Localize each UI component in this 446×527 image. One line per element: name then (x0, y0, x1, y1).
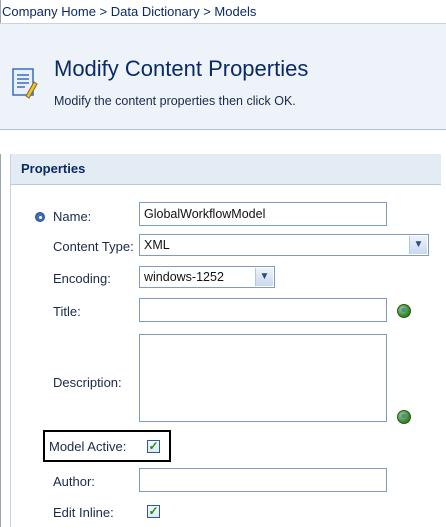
breadcrumb[interactable]: Company Home > Data Dictionary > Models (0, 0, 446, 24)
panel-title: Properties (21, 161, 86, 176)
name-label: Name: (53, 209, 92, 224)
author-input[interactable] (139, 468, 387, 492)
encoding-select[interactable]: windows-1252 ▼ (139, 266, 275, 288)
edit-inline-checkbox[interactable]: ✓ (147, 505, 160, 518)
page-header: Modify Content Properties Modify the con… (0, 24, 446, 130)
title-label: Title: (53, 304, 81, 319)
content-type-label: Content Type: (53, 239, 134, 254)
name-input[interactable]: GlobalWorkflowModel (139, 202, 387, 226)
globe-icon[interactable] (397, 410, 411, 424)
spacer (0, 130, 446, 154)
author-label: Author: (53, 474, 95, 489)
document-edit-icon (12, 68, 38, 99)
chevron-down-icon[interactable]: ▼ (255, 268, 273, 286)
globe-icon[interactable] (397, 304, 411, 318)
chevron-down-icon[interactable]: ▼ (409, 236, 427, 254)
encoding-value: windows-1252 (144, 270, 224, 284)
page-title: Modify Content Properties (54, 56, 309, 81)
model-active-checkbox[interactable]: ✓ (147, 440, 160, 453)
edit-inline-label: Edit Inline: (53, 505, 114, 520)
required-icon (35, 212, 45, 222)
page-subtitle: Modify the content properties then click… (54, 94, 296, 108)
description-label: Description: (53, 375, 122, 390)
panel-header: Properties (11, 154, 441, 185)
title-input[interactable] (139, 298, 387, 322)
model-active-label: Model Active: (49, 439, 127, 454)
properties-panel: Properties Name: GlobalWorkflowModel Con… (10, 154, 441, 527)
content-type-select[interactable]: XML ▼ (139, 234, 429, 256)
encoding-label: Encoding: (53, 271, 111, 286)
content-type-value: XML (144, 238, 170, 252)
description-textarea[interactable] (139, 334, 387, 422)
